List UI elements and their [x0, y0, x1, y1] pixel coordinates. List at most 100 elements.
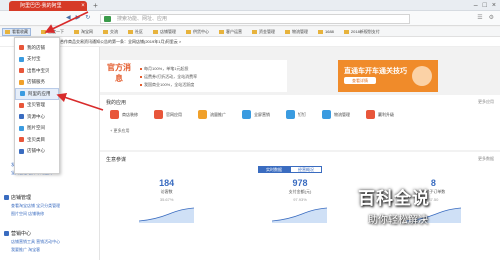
section-title: 生意参谋 — [106, 157, 127, 163]
bookmark-item[interactable]: 物流管理 — [285, 29, 308, 35]
app-label: 赢利升级 — [378, 111, 394, 117]
menu-item[interactable]: 店铺中心 — [15, 146, 59, 158]
app-icon — [198, 110, 207, 119]
app-tile[interactable]: 商店装修 — [110, 110, 138, 119]
app-tile[interactable]: 全屏营销 — [242, 110, 270, 119]
stat-card[interactable]: 978 支付金额(元) 97.93% — [233, 178, 366, 223]
app-icon — [154, 110, 163, 119]
menu-item-icon — [19, 137, 24, 143]
settings-icon[interactable]: ⚙ — [489, 14, 494, 21]
news-item[interactable]: 每月100%，单笔1元起投 — [140, 65, 197, 73]
menu-item[interactable]: 宝贝管理 — [15, 100, 59, 112]
new-tab-icon[interactable]: + — [91, 2, 100, 10]
left-link-row[interactable]: 店铺营销工具 营销活动中心 — [4, 239, 60, 245]
folder-icon — [103, 29, 108, 34]
bookmark-item[interactable]: 看看收藏 — [2, 27, 31, 36]
menu-item[interactable]: 阿里的应用 — [15, 88, 59, 100]
menu-item[interactable]: 出售中宝贝 — [15, 65, 59, 77]
app-tile[interactable]: 流量推广 — [198, 110, 226, 119]
left-link-row[interactable]: 我要推广 淘宝客 — [4, 247, 60, 253]
bookmark-item[interactable]: 百度一下 — [41, 29, 64, 35]
more-apps-link[interactable]: 更多应用 — [478, 99, 494, 105]
menu-item[interactable]: 我的店铺 — [15, 42, 59, 54]
promo-banner[interactable]: 直通车开车通关技巧 查看详情 — [338, 60, 438, 92]
more-data-link[interactable]: 更多数据 — [478, 156, 494, 162]
promo-illustration — [412, 66, 432, 86]
folder-icon — [153, 29, 158, 34]
window-controls: – □ × — [474, 1, 496, 10]
minimize-icon[interactable]: – — [474, 1, 478, 10]
stat-card[interactable]: 184 访客数 35.67% — [100, 178, 233, 223]
app-tile[interactable]: 官网应用 — [154, 110, 182, 119]
menu-item-icon — [19, 68, 24, 74]
left-link-row[interactable]: 图片空间 店铺装修 — [4, 211, 60, 217]
watermark-title: 百科全说 — [358, 189, 430, 208]
tab-realtime[interactable]: 实时数据 — [258, 166, 290, 173]
app-tile[interactable]: 赢利升级 — [366, 110, 394, 119]
refresh-icon[interactable]: ↻ — [85, 14, 90, 21]
menu-item-icon — [19, 148, 24, 154]
folder-icon — [285, 29, 290, 34]
menu-item-label: 资源中心 — [27, 113, 45, 119]
menu-item-label: 出售中宝贝 — [27, 67, 50, 73]
menu-item-icon — [19, 79, 24, 85]
menu-item[interactable]: 支付宝 — [15, 54, 59, 66]
nav-group-title[interactable]: 店铺管理 — [4, 194, 60, 201]
maximize-icon[interactable]: □ — [483, 1, 487, 10]
bookmark-item[interactable]: 社区 — [128, 29, 143, 35]
bookmark-item[interactable]: 店铺管理 — [153, 29, 176, 35]
forward-icon[interactable]: ▶ — [76, 14, 81, 21]
nav-group-title[interactable]: 营销中心 — [4, 230, 60, 237]
tab-overview[interactable]: 经营概况 — [290, 166, 322, 173]
left-link-row[interactable]: 查看淘宝店铺 宝贝分类管理 — [4, 203, 60, 209]
news-item[interactable]: 运费券/打折活动，全站消费率 — [140, 73, 197, 81]
menu-item-label: 宝贝管理 — [27, 102, 45, 108]
stat-label: 支付金额(元) — [288, 189, 312, 194]
bookmark-item[interactable]: 淘宝网 — [74, 29, 93, 35]
menu-item-icon — [19, 45, 24, 51]
bookmark-label: 供货中心 — [193, 28, 209, 34]
store-icon — [4, 195, 9, 200]
close-tab-icon[interactable]: × — [79, 1, 87, 11]
add-app-button[interactable]: + 更多应用 — [110, 128, 129, 134]
bookmark-item[interactable]: 2018新规划支付 — [343, 28, 380, 35]
extensions-icon[interactable]: ☰ — [477, 14, 482, 21]
bookmark-item[interactable]: 交流 — [103, 29, 118, 35]
menu-item[interactable]: 图片空间 — [15, 123, 59, 135]
bookmark-item[interactable]: 资金管理 — [252, 29, 275, 35]
browser-tab[interactable]: 阿里巴巴-我的阿里 — [9, 1, 87, 11]
bookmark-item[interactable]: 1688 — [318, 29, 334, 34]
url-input[interactable]: 搜索功能、网址、应用 — [100, 14, 410, 24]
app-tile[interactable]: 物流管理 — [322, 110, 350, 119]
news-item[interactable]: 我国商业100%，全站活跃度 — [140, 81, 197, 89]
app-label: 物流管理 — [334, 111, 350, 117]
folder-icon — [128, 29, 133, 34]
app-label: 全屏营销 — [254, 111, 270, 117]
back-icon[interactable]: ◀ — [66, 14, 71, 21]
bookmark-label: 店铺管理 — [160, 28, 176, 34]
folder-icon — [186, 29, 191, 34]
menu-item-label: 支付宝 — [27, 56, 41, 62]
menu-item[interactable]: 店铺服务 — [15, 77, 59, 89]
menu-item[interactable]: 资源中心 — [15, 111, 59, 123]
bookmark-item[interactable]: 客户运营 — [219, 29, 242, 35]
bookmark-label: 物流管理 — [292, 28, 308, 34]
marketing-icon — [4, 231, 9, 236]
folder-icon — [318, 29, 323, 34]
folder-icon — [41, 29, 46, 34]
close-window-icon[interactable]: × — [492, 1, 496, 10]
menu-item-label: 店铺中心 — [27, 148, 45, 154]
bookmark-label: 淘宝网 — [81, 28, 93, 34]
app-tile[interactable]: 钉钉 — [286, 110, 306, 119]
promo-button[interactable]: 查看详情 — [344, 77, 376, 84]
notice-bar[interactable]: 合作商品交易资讯通知公告的第一条：全网店铺(2019年1月)阿里云 > — [0, 37, 500, 47]
bookmark-label: 2018新规划支付 — [350, 28, 380, 34]
menu-item[interactable]: 宝贝类目 — [15, 134, 59, 146]
folder-icon — [74, 29, 79, 34]
tab-title: 阿里巴巴-我的阿里 — [20, 3, 62, 9]
bookmark-label: 百度一下 — [48, 28, 64, 34]
bookmark-item[interactable]: 供货中心 — [186, 29, 209, 35]
menu-item-icon — [19, 114, 24, 120]
menu-item-icon — [20, 91, 25, 97]
nav-buttons: ◀ ▶ ↻ — [66, 14, 90, 21]
